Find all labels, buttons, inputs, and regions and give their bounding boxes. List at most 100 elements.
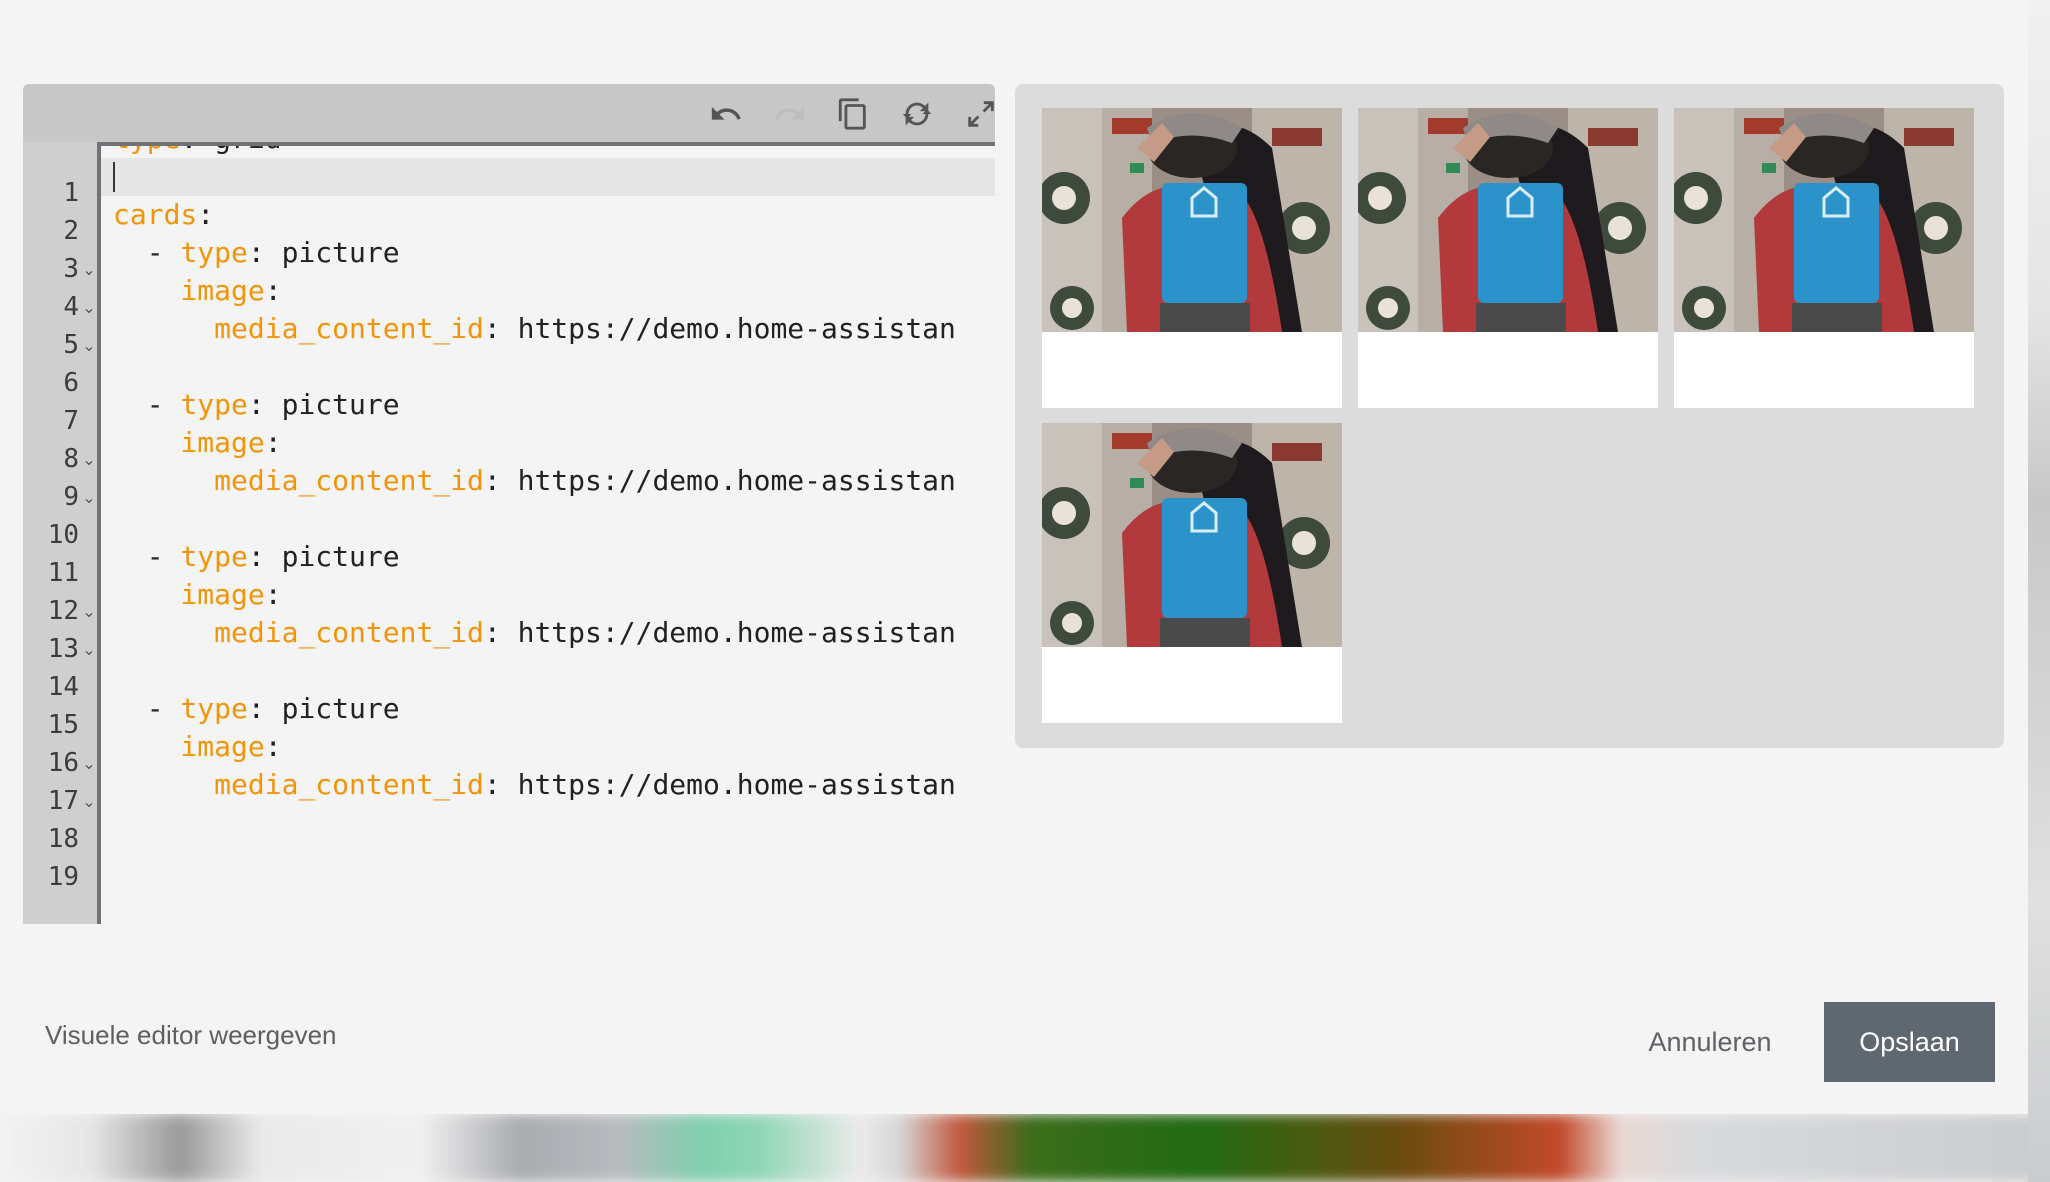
yaml-colon: : xyxy=(264,274,282,307)
fold-chevron-icon[interactable]: ⌄ xyxy=(81,478,97,516)
redo-button[interactable] xyxy=(768,92,812,136)
yaml-colon: : xyxy=(264,578,282,611)
yaml-key: image xyxy=(180,578,265,611)
line-number-gutter: 1 2 3 ⌄ 4 ⌄ 5 ⌄ 6 7 8 ⌄ 9 ⌄ 10 11 12 ⌄ 13 ⌄ 14 15 16 ⌄ 17 ⌄ 18 19 xyxy=(23,142,97,924)
code-line[interactable]: image: xyxy=(101,576,995,614)
line-number: 7 xyxy=(63,406,79,436)
code-line[interactable]: image: xyxy=(101,424,995,462)
line-number: 2 xyxy=(63,216,79,246)
yaml-value: https://demo.home-assistan xyxy=(500,464,956,497)
code-line[interactable] xyxy=(101,158,995,196)
yaml-key: image xyxy=(180,730,265,763)
yaml-value: picture xyxy=(264,388,400,421)
picture-card[interactable] xyxy=(1358,108,1658,408)
code-content[interactable]: type: gridcards: - type: picture image: … xyxy=(101,146,995,924)
fold-chevron-icon[interactable]: ⌄ xyxy=(81,782,97,820)
picture-card[interactable] xyxy=(1674,108,1974,408)
save-button[interactable]: Opslaan xyxy=(1824,1002,1995,1082)
line-number: 4 xyxy=(63,292,79,322)
code-line[interactable] xyxy=(101,348,995,386)
code-line[interactable]: - type: picture xyxy=(101,234,995,272)
code-line[interactable]: - type: picture xyxy=(101,538,995,576)
code-line[interactable]: - type: picture xyxy=(101,690,995,728)
person-photo-image xyxy=(1674,108,1974,332)
yaml-value: https://demo.home-assistan xyxy=(500,312,956,345)
text-cursor xyxy=(113,162,115,192)
fold-chevron-icon[interactable]: ⌄ xyxy=(81,250,97,288)
copy-button[interactable] xyxy=(831,92,875,136)
person-photo-image xyxy=(1042,423,1342,647)
card-preview-grid xyxy=(1015,84,2004,748)
line-number: 3 xyxy=(63,254,79,284)
fold-chevron-icon[interactable]: ⌄ xyxy=(81,288,97,326)
yaml-colon: : xyxy=(247,540,265,573)
code-line[interactable]: media_content_id: https://demo.home-assi… xyxy=(101,462,995,500)
code-line[interactable] xyxy=(101,500,995,538)
picture-card[interactable] xyxy=(1042,423,1342,723)
line-number: 9 xyxy=(63,482,79,512)
yaml-colon: : xyxy=(197,198,215,231)
line-number: 18 xyxy=(47,824,79,854)
line-number: 19 xyxy=(47,862,79,892)
yaml-key: media_content_id xyxy=(214,464,484,497)
fullscreen-icon xyxy=(968,101,994,127)
fold-chevron-icon[interactable]: ⌄ xyxy=(81,440,97,478)
code-line[interactable] xyxy=(101,652,995,690)
list-dash: - xyxy=(146,388,181,421)
code-line[interactable] xyxy=(101,804,995,842)
fold-chevron-icon[interactable]: ⌄ xyxy=(81,592,97,630)
yaml-colon: : xyxy=(247,236,265,269)
yaml-key: type xyxy=(180,236,248,269)
code-line[interactable]: cards: xyxy=(101,196,995,234)
picture-card[interactable] xyxy=(1042,108,1342,408)
cancel-button[interactable]: Annuleren xyxy=(1630,1002,1790,1082)
undo-icon xyxy=(711,106,741,120)
line-number: 12 xyxy=(47,596,79,626)
yaml-colon: : xyxy=(483,768,501,801)
fullscreen-button[interactable] xyxy=(959,92,995,136)
card-editor-dialog: 123⌄4⌄5⌄678⌄9⌄101112⌄13⌄141516⌄17⌄1819 t… xyxy=(0,0,2028,1114)
fold-chevron-icon[interactable]: ⌄ xyxy=(81,744,97,782)
line-number: 15 xyxy=(47,710,79,740)
yaml-key: type xyxy=(180,540,248,573)
list-dash: - xyxy=(146,692,181,725)
show-visual-editor-button[interactable]: Visuele editor weergeven xyxy=(45,1020,336,1051)
refresh-button[interactable] xyxy=(895,92,939,136)
yaml-key: media_content_id xyxy=(214,616,484,649)
code-line[interactable]: type: grid xyxy=(101,146,995,158)
line-number: 13 xyxy=(47,634,79,664)
yaml-colon: : xyxy=(247,692,265,725)
yaml-key: image xyxy=(180,274,265,307)
refresh-icon xyxy=(902,102,932,126)
fold-chevron-icon[interactable]: ⌄ xyxy=(81,630,97,668)
code-line[interactable]: image: xyxy=(101,272,995,310)
line-number: 8 xyxy=(63,444,79,474)
person-photo-image xyxy=(1358,108,1658,332)
yaml-value: picture xyxy=(264,540,400,573)
yaml-colon: : xyxy=(483,616,501,649)
code-line[interactable]: media_content_id: https://demo.home-assi… xyxy=(101,766,995,804)
line-number: 6 xyxy=(63,368,79,398)
list-dash: - xyxy=(146,540,181,573)
redo-icon xyxy=(775,106,805,120)
undo-button[interactable] xyxy=(704,92,748,136)
line-number: 10 xyxy=(47,520,79,550)
code-line[interactable]: - type: picture xyxy=(101,386,995,424)
code-line[interactable]: media_content_id: https://demo.home-assi… xyxy=(101,310,995,348)
list-dash: - xyxy=(146,236,181,269)
fold-chevron-icon[interactable]: ⌄ xyxy=(81,326,97,364)
yaml-key: media_content_id xyxy=(214,312,484,345)
code-line[interactable]: image: xyxy=(101,728,995,766)
yaml-code-editor[interactable]: 123⌄4⌄5⌄678⌄9⌄101112⌄13⌄141516⌄17⌄1819 t… xyxy=(23,84,995,924)
code-line[interactable]: media_content_id: https://demo.home-assi… xyxy=(101,614,995,652)
